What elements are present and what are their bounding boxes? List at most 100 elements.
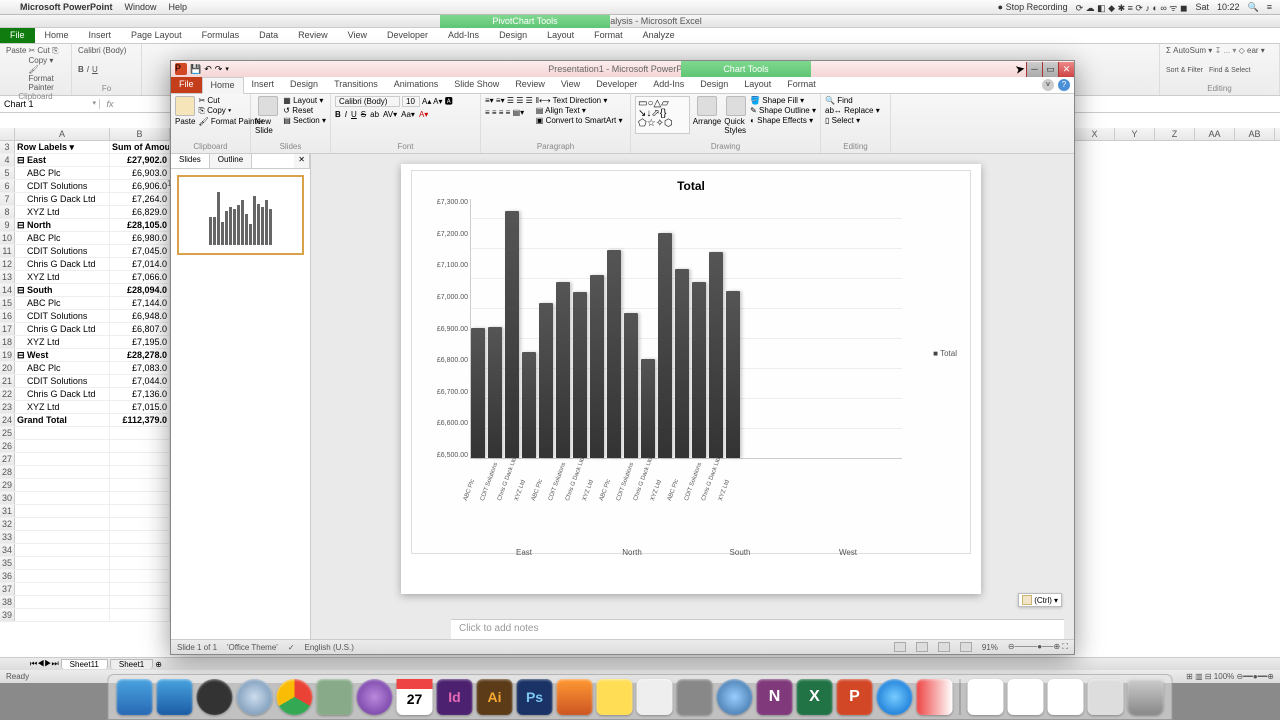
excel-dock-icon[interactable]: X [797,679,833,715]
zoom-level[interactable]: 91% [982,643,998,652]
excel-tab-developer[interactable]: Developer [377,28,438,43]
arrange-button[interactable]: Arrange [693,96,721,126]
pp-font-size[interactable]: 10 [402,96,420,107]
pp-tab-slide-show[interactable]: Slide Show [446,77,507,93]
dock-folder[interactable] [1088,679,1124,715]
indesign-icon[interactable]: Id [437,679,473,715]
chart-bar[interactable] [522,352,536,459]
close-button[interactable]: ✕ [1058,62,1074,77]
excel-tab-add-ins[interactable]: Add-Ins [438,28,489,43]
pp-help-icon[interactable]: ? [1058,79,1070,91]
shape-outline-button[interactable]: ✎ Shape Outline ▾ [750,106,816,115]
slideshow-view-button[interactable] [960,642,972,652]
slide-edit-area[interactable]: Total £7,300.00£7,200.00£7,100.00£7,000.… [311,154,1074,639]
textedit-icon[interactable] [637,679,673,715]
sheet-tab-sheet1[interactable]: Sheet1 [110,659,153,669]
table-row[interactable]: 33 [0,531,170,544]
close-pane-icon[interactable]: ✕ [294,154,310,168]
chart-bar[interactable] [726,291,740,458]
dock-doc-1[interactable] [968,679,1004,715]
excel-paste-button[interactable]: Paste [6,46,26,92]
chart-bar[interactable] [505,211,519,458]
table-row[interactable]: 5ABC Plc£6,903.0 [0,167,170,180]
facetime-icon[interactable] [677,679,713,715]
col-a-header[interactable]: A [15,128,110,140]
chart-bar[interactable] [675,269,689,458]
chart-bar[interactable] [658,233,672,458]
pp-tab-view[interactable]: View [553,77,588,93]
qat-save-icon[interactable]: 💾 [190,64,201,75]
text-direction-button[interactable]: ‖⟷ Text Direction ▾ [536,96,623,105]
qat-undo-icon[interactable]: ↶ [204,64,212,75]
notif-icon[interactable]: ≡ [1267,2,1272,12]
excel-tab-formulas[interactable]: Formulas [192,28,250,43]
slide-thumbnail-1[interactable]: 1 [177,175,304,255]
chart-bar[interactable] [556,282,570,458]
table-row[interactable]: 39 [0,609,170,622]
normal-view-button[interactable] [894,642,906,652]
dock-doc-3[interactable] [1048,679,1084,715]
align-text-button[interactable]: ▤ Align Text ▾ [536,106,623,115]
paste-options-button[interactable]: (Ctrl) ▾ [1018,593,1062,607]
autosum-button[interactable]: Σ AutoSum ▾ [1166,46,1212,55]
table-row[interactable]: 22Chris G Dack Ltd£7,136.0 [0,388,170,401]
table-row[interactable]: 31 [0,505,170,518]
shapes-gallery[interactable]: ▭○△▱↘↓⬀{}⬠☆✧⬡ [635,96,690,134]
table-row[interactable]: 37 [0,583,170,596]
menu-window[interactable]: Window [125,2,157,12]
find-button[interactable]: 🔍 Find [825,96,853,105]
pp-paste-button[interactable]: Paste [175,96,195,126]
table-row[interactable]: 29 [0,479,170,492]
chart-object[interactable]: Total £7,300.00£7,200.00£7,100.00£7,000.… [411,170,971,554]
clock-day[interactable]: Sat [1195,2,1209,12]
excel-tab-analyze[interactable]: Analyze [633,28,685,43]
excel-font-name[interactable]: Calibri (Body) [78,46,126,55]
pp-tab-home[interactable]: Home [202,77,244,94]
pp-tab-design[interactable]: Design [282,77,326,93]
pp-tab-file[interactable]: File [171,77,202,93]
zoom-slider[interactable]: ⊖────●──⊕ ⛶ [1008,642,1068,652]
pp-tab-transitions[interactable]: Transitions [326,77,386,93]
reset-button[interactable]: ↺ Reset [283,106,326,115]
chart-bar[interactable] [692,282,706,458]
table-row[interactable]: 15ABC Plc£7,144.0 [0,297,170,310]
smartart-button[interactable]: ▣ Convert to SmartArt ▾ [536,116,623,125]
clear-button[interactable]: ◇ ear ▾ [1239,46,1265,55]
onenote-icon[interactable]: N [757,679,793,715]
section-button[interactable]: ▤ Section ▾ [283,116,326,125]
table-row[interactable]: 16CDIT Solutions£6,948.0 [0,310,170,323]
trash-icon[interactable] [1128,679,1164,715]
table-row[interactable]: 13XYZ Ltd£7,066.0 [0,271,170,284]
excel-tab-design[interactable]: Design [489,28,537,43]
pp-tab-add-ins[interactable]: Add-Ins [645,77,692,93]
replace-button[interactable]: ab↔ Replace ▾ [825,106,880,115]
excel-tab-data[interactable]: Data [249,28,288,43]
chart-bar[interactable] [607,250,621,458]
table-row[interactable]: 18XYZ Ltd£7,195.0 [0,336,170,349]
clock-time[interactable]: 10:22 [1217,2,1240,12]
table-row[interactable]: 30 [0,492,170,505]
pp-font-name[interactable]: Calibri (Body) [335,96,400,107]
table-row[interactable]: 9⊟ North£28,105.0 [0,219,170,232]
reading-view-button[interactable] [938,642,950,652]
chart-bar[interactable] [488,327,502,458]
table-row[interactable]: 35 [0,557,170,570]
chart-tools-tab[interactable]: Chart Tools [681,61,811,77]
table-row[interactable]: 6CDIT Solutions£6,906.0 [0,180,170,193]
excel-tab-page-layout[interactable]: Page Layout [121,28,192,43]
table-row[interactable]: 27 [0,453,170,466]
table-row[interactable]: 19⊟ West£28,278.0 [0,349,170,362]
parallels-icon[interactable] [917,679,953,715]
chart-bar[interactable] [471,328,485,458]
pp-minimize-ribbon-icon[interactable]: ˅ [1042,79,1054,91]
calendar-icon[interactable]: 27 [397,679,433,715]
qat-redo-icon[interactable]: ↷ [215,64,223,75]
excel-format-painter-button[interactable]: 🖌 Format Painter [28,65,53,92]
col-b-header[interactable]: B [110,128,170,140]
table-row[interactable]: 36 [0,570,170,583]
stickies-icon[interactable] [597,679,633,715]
table-row[interactable]: 4⊟ East£27,902.0 [0,154,170,167]
table-row[interactable]: 17Chris G Dack Ltd£6,807.0 [0,323,170,336]
table-row[interactable]: 20ABC Plc£7,083.0 [0,362,170,375]
chrome-icon[interactable] [277,679,313,715]
